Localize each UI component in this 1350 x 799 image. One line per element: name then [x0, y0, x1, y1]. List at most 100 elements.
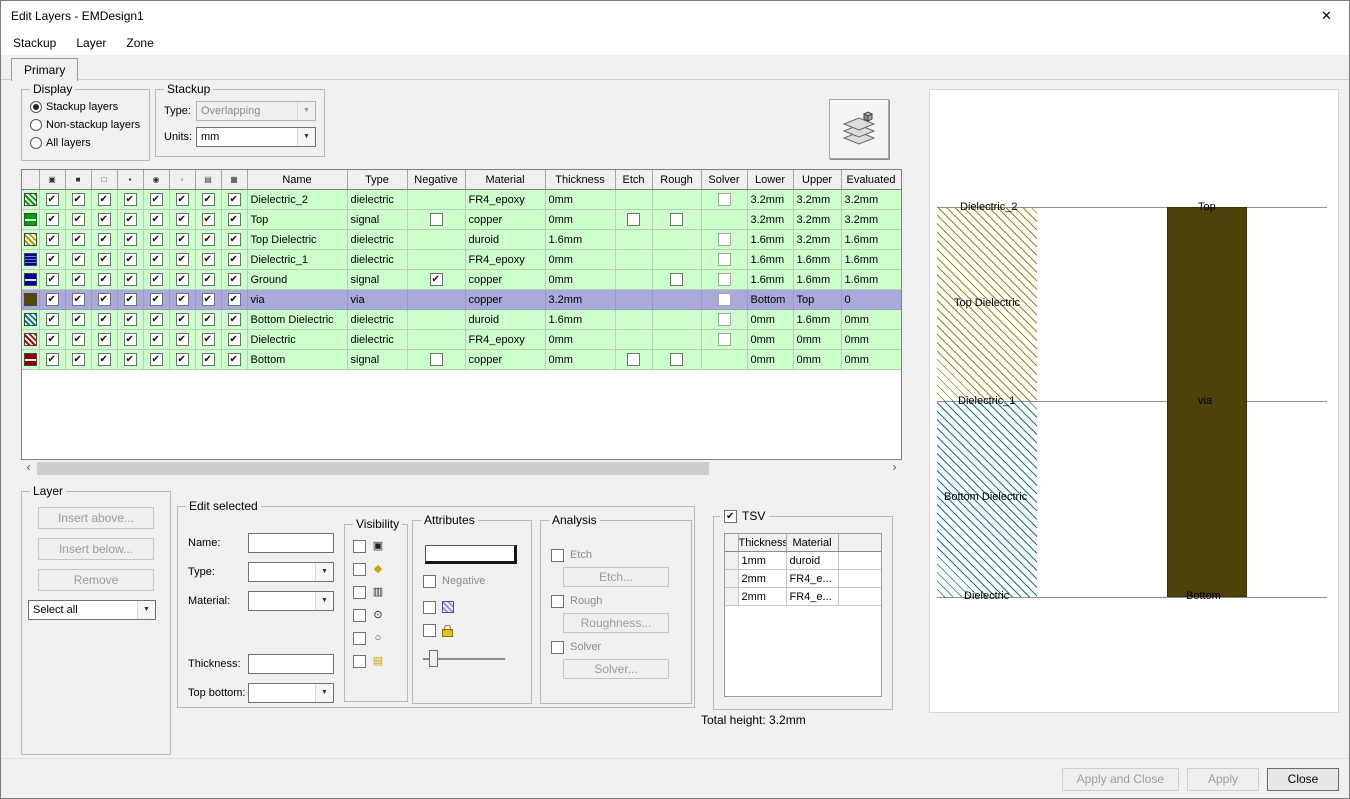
checkbox[interactable] [150, 313, 163, 326]
checkbox[interactable] [202, 193, 215, 206]
checkbox[interactable] [98, 333, 111, 346]
menu-item-zone[interactable]: Zone [116, 31, 163, 55]
checkbox[interactable] [176, 293, 189, 306]
checkbox[interactable] [228, 333, 241, 346]
checkbox[interactable] [150, 193, 163, 206]
checkbox[interactable] [72, 273, 85, 286]
remove-button[interactable]: Remove [38, 569, 154, 591]
checkbox[interactable] [124, 253, 137, 266]
checkbox[interactable] [150, 293, 163, 306]
checkbox[interactable] [46, 333, 59, 346]
checkbox[interactable] [718, 333, 731, 346]
radio-option-non-stackup-layers[interactable]: Non-stackup layers [30, 116, 140, 134]
checkbox[interactable] [202, 333, 215, 346]
checkbox[interactable] [46, 233, 59, 246]
visibility-item-2[interactable]: ◆ [353, 558, 385, 581]
checkbox[interactable] [124, 313, 137, 326]
roughness-button[interactable]: Roughness... [563, 613, 669, 633]
layer-pattern-button[interactable] [425, 545, 517, 564]
select-scope-dropdown[interactable]: Select all ▼ [28, 600, 156, 620]
checkbox[interactable] [228, 213, 241, 226]
thickness-input[interactable] [248, 654, 334, 674]
checkbox[interactable] [176, 233, 189, 246]
checkbox[interactable] [202, 313, 215, 326]
checkbox[interactable] [430, 273, 443, 286]
checkbox[interactable] [150, 273, 163, 286]
checkbox[interactable] [124, 233, 137, 246]
checkbox[interactable] [124, 273, 137, 286]
radio-button[interactable] [30, 137, 42, 149]
scroll-right-button[interactable]: › [887, 461, 902, 476]
visibility-item-3[interactable]: ▥ [353, 581, 385, 604]
checkbox[interactable] [124, 353, 137, 366]
checkbox[interactable] [124, 193, 137, 206]
checkbox[interactable] [202, 253, 215, 266]
checkbox[interactable] [46, 273, 59, 286]
checkbox[interactable] [124, 333, 137, 346]
visibility-item-4[interactable]: ⊙ [353, 604, 385, 627]
menu-item-layer[interactable]: Layer [66, 31, 116, 55]
top-bottom-select[interactable]: ▼ [248, 683, 334, 703]
checkbox[interactable] [98, 213, 111, 226]
radio-option-all-layers[interactable]: All layers [30, 134, 140, 152]
name-input[interactable] [248, 533, 334, 553]
checkbox[interactable] [202, 293, 215, 306]
checkbox[interactable] [124, 293, 137, 306]
tsv-row[interactable]: 2mmFR4_e... [725, 588, 881, 606]
checkbox[interactable] [46, 253, 59, 266]
layer-row-bottom-dielectric[interactable]: Bottom Dielectricdielectricduroid1.6mm0m… [22, 310, 901, 330]
insert-above-button[interactable]: Insert above... [38, 507, 154, 529]
radio-option-stackup-layers[interactable]: Stackup layers [30, 98, 140, 116]
checkbox[interactable] [176, 253, 189, 266]
insert-below-button[interactable]: Insert below... [38, 538, 154, 560]
horizontal-scrollbar[interactable]: ‹ › [21, 461, 902, 476]
checkbox[interactable] [72, 193, 85, 206]
checkbox[interactable] [228, 313, 241, 326]
apply-and-close-button[interactable]: Apply and Close [1062, 768, 1179, 791]
checkbox[interactable] [150, 333, 163, 346]
checkbox[interactable] [228, 353, 241, 366]
units-select[interactable]: mm ▼ [196, 127, 316, 147]
checkbox[interactable] [150, 353, 163, 366]
checkbox[interactable] [72, 333, 85, 346]
solver-button[interactable]: Solver... [563, 659, 669, 679]
checkbox[interactable] [176, 273, 189, 286]
tsv-row[interactable]: 1mmduroid [725, 552, 881, 570]
layer-row-dielectric_1[interactable]: Dielectric_1dielectricFR4_epoxy0mm1.6mm1… [22, 250, 901, 270]
checkbox[interactable] [150, 233, 163, 246]
checkbox[interactable] [176, 333, 189, 346]
tab-primary[interactable]: Primary [11, 58, 78, 81]
checkbox[interactable] [72, 253, 85, 266]
checkbox[interactable] [627, 353, 640, 366]
checkbox[interactable] [430, 213, 443, 226]
checkbox[interactable] [202, 213, 215, 226]
checkbox[interactable] [202, 273, 215, 286]
checkbox[interactable] [72, 353, 85, 366]
checkbox[interactable] [72, 213, 85, 226]
checkbox[interactable] [202, 233, 215, 246]
checkbox[interactable] [124, 213, 137, 226]
checkbox[interactable] [176, 313, 189, 326]
layer-row-bottom[interactable]: Bottomsignalcopper0mm0mm0mm0mm [22, 350, 901, 370]
etch-button[interactable]: Etch... [563, 567, 669, 587]
menu-item-stackup[interactable]: Stackup [3, 31, 66, 55]
checkbox[interactable] [670, 213, 683, 226]
checkbox[interactable] [228, 193, 241, 206]
lock-checkbox[interactable] [423, 624, 436, 637]
checkbox[interactable] [98, 353, 111, 366]
checkbox[interactable] [670, 273, 683, 286]
checkbox[interactable] [72, 293, 85, 306]
solver-checkbox[interactable] [551, 641, 564, 654]
checkbox[interactable] [72, 313, 85, 326]
checkbox[interactable] [430, 353, 443, 366]
scrollbar-thumb[interactable] [37, 462, 709, 475]
etch-checkbox[interactable] [551, 549, 564, 562]
scroll-left-button[interactable]: ‹ [21, 461, 36, 476]
checkbox[interactable] [718, 273, 731, 286]
checkbox[interactable] [228, 293, 241, 306]
checkbox[interactable] [46, 353, 59, 366]
checkbox[interactable] [72, 233, 85, 246]
checkbox[interactable] [353, 632, 366, 645]
layer-row-ground[interactable]: Groundsignalcopper0mm1.6mm1.6mm1.6mm [22, 270, 901, 290]
checkbox[interactable] [718, 253, 731, 266]
